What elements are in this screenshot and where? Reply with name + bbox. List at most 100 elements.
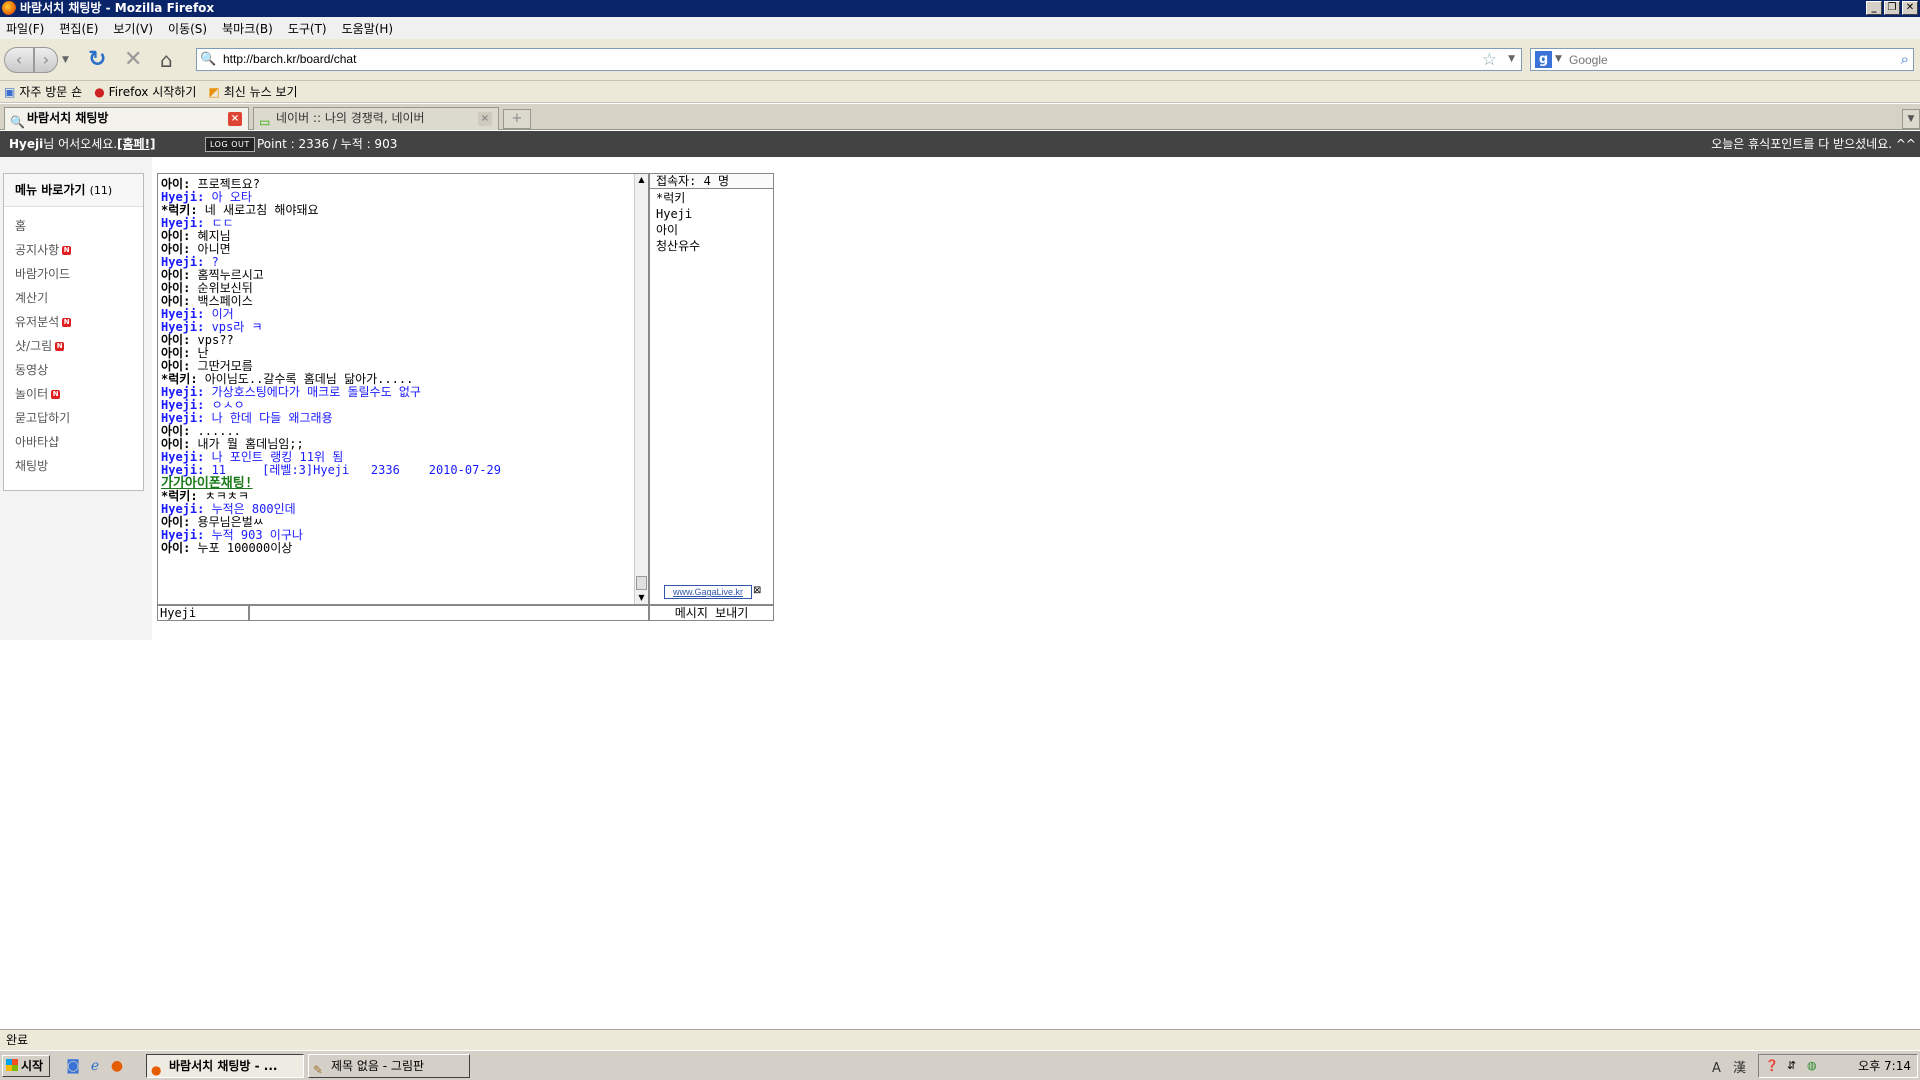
bookmark-getting-started[interactable]: ● Firefox 시작하기 (94, 83, 196, 100)
home-icon[interactable]: ⌂ (160, 47, 184, 73)
taskbar-item-paint[interactable]: ✎ 제목 없음 - 그림판 (308, 1054, 470, 1078)
user-list-item[interactable]: Hyeji (656, 206, 773, 222)
nickname-field[interactable]: Hyeji (157, 605, 249, 621)
chat-text: 그딴거모름 (197, 359, 253, 373)
menu-item-label: 채팅방 (15, 459, 49, 473)
menu-item[interactable]: 채팅방 (4, 454, 143, 478)
chat-text: vps?? (197, 333, 234, 347)
google-engine-icon[interactable]: g (1535, 51, 1552, 68)
bookmark-latest-headlines[interactable]: ◩ 최신 뉴스 보기 (208, 83, 297, 100)
users-header: 접속자: 4 명 (650, 174, 773, 189)
chat-log: 아이: 프로젝트요? Hyeji: 아 오타 *럭키: 네 새로고침 해야돼요 Hye… (158, 174, 634, 604)
url-text[interactable]: http://barch.kr/board/chat (223, 52, 356, 66)
chat-scrollbar[interactable]: ▲ ▼ (634, 174, 648, 604)
user-list-item[interactable]: *럭키 (656, 190, 773, 206)
menu-item[interactable]: 바람가이드 (4, 262, 143, 286)
search-input[interactable] (1569, 51, 1879, 68)
chat-nick: 아이 (161, 359, 184, 373)
menu-item-label: 아바타샵 (15, 435, 60, 449)
menu-edit[interactable]: 편집(E) (59, 20, 98, 37)
menu-bookmarks[interactable]: 북마크(B) (222, 20, 273, 37)
forward-button[interactable]: › (34, 47, 58, 73)
user-list-item[interactable]: 청산유수 (656, 238, 773, 254)
chat-separator: : (197, 528, 212, 542)
close-tab-icon[interactable]: × (478, 112, 492, 126)
menu-item[interactable]: 동영상 (4, 358, 143, 382)
rest-point-message: 오늘은 휴식포인트를 다 받으셨네요. ^^ (1711, 137, 1916, 151)
left-menu: 메뉴 바로가기 (11) 홈 공지사항 N 바람가이드 계산기 유저분석 N 샷/그림 N 동영상… (3, 173, 144, 491)
menu-item[interactable]: 아바타샵 (4, 430, 143, 454)
chat-nick: 아이 (161, 424, 184, 438)
homepage-link[interactable]: [홈페!] (117, 131, 156, 157)
gagalive-link[interactable]: www.GagaLive.kr (664, 585, 752, 599)
logout-button[interactable]: LOG OUT (205, 137, 255, 152)
taskbar-item-firefox[interactable]: ● 바람서치 채팅방 - ... (146, 1054, 304, 1078)
bookmark-most-visited[interactable]: ▣ 자주 방문 숀 (4, 83, 82, 100)
search-icon[interactable]: ⌕ (1901, 50, 1909, 68)
chat-separator: : (183, 515, 198, 529)
chat-text: 나 한데 다들 왜그래용 (211, 411, 333, 425)
chat-nick: Hyeji (161, 528, 198, 542)
minimize-button[interactable]: _ (1866, 1, 1882, 15)
tab-chat[interactable]: 🔍 바람서치 채팅방 × (4, 107, 249, 130)
site-identity-icon[interactable]: 🔍 (200, 52, 216, 68)
menu-view[interactable]: 보기(V) (113, 20, 153, 37)
scroll-up-icon[interactable]: ▲ (635, 174, 648, 186)
show-desktop-icon[interactable]: ◙ (64, 1057, 82, 1075)
menu-item[interactable]: 샷/그림 N (4, 334, 143, 358)
new-tab-button[interactable]: + (503, 109, 531, 129)
menu-tools[interactable]: 도구(T) (288, 20, 327, 37)
menu-item[interactable]: 계산기 (4, 286, 143, 310)
reload-icon[interactable]: ↻ (88, 47, 112, 73)
chat-text: ㅊㅋㅊㅋ (204, 489, 249, 503)
restore-button[interactable]: ❐ (1884, 1, 1900, 15)
chat-nick: 아이 (161, 242, 184, 256)
start-button[interactable]: 시작 (2, 1055, 50, 1077)
menu-item-label: 공지사항 (15, 243, 60, 257)
search-bar[interactable]: g ▼ ⌕ (1530, 48, 1914, 71)
chat-separator: : (183, 346, 198, 360)
url-bar[interactable]: 🔍 http://barch.kr/board/chat ☆ ▼ (196, 48, 1522, 71)
menu-item[interactable]: 놀이터 N (4, 382, 143, 406)
firefox-icon[interactable]: ● (108, 1057, 126, 1075)
menu-item[interactable]: 공지사항 N (4, 238, 143, 262)
navigation-toolbar: ‹ › ▼ ↻ ✕ ⌂ 🔍 http://barch.kr/board/chat… (0, 39, 1920, 81)
chat-text: 홈찍누르시고 (197, 268, 264, 282)
back-button[interactable]: ‹ (4, 47, 34, 73)
ime-indicator[interactable]: A 漢 (1712, 1057, 1750, 1076)
help-icon[interactable]: ❓ (1765, 1059, 1779, 1072)
menu-item[interactable]: 홈 (4, 214, 143, 238)
close-window-button[interactable]: ✕ (1902, 1, 1918, 15)
engine-dropdown-icon[interactable]: ▼ (1555, 54, 1562, 64)
stop-icon[interactable]: ✕ (124, 47, 148, 73)
ie-icon[interactable]: ℯ (86, 1057, 104, 1075)
chat-text: 나 포인트 랭킹 11위 됨 (211, 450, 344, 464)
message-input[interactable] (249, 605, 649, 621)
menu-item[interactable]: 묻고답하기 (4, 406, 143, 430)
chat-text: 용무님은벌ㅆ (197, 515, 264, 529)
menu-go[interactable]: 이동(S) (168, 20, 207, 37)
send-message-button[interactable]: 메시지 보내기 (649, 605, 774, 621)
update-icon[interactable]: ◍ (1807, 1059, 1817, 1072)
user-list-item[interactable]: 아이 (656, 222, 773, 238)
chat-separator: : (183, 541, 198, 555)
menu-list: 홈 공지사항 N 바람가이드 계산기 유저분석 N 샷/그림 N 동영상 놀이터 N 묻고답하기아바타샵… (4, 207, 143, 478)
menu-file[interactable]: 파일(F) (6, 20, 44, 37)
close-tab-icon[interactable]: × (228, 112, 242, 126)
chat-nick: 아이 (161, 515, 184, 529)
chat-nick: Hyeji (161, 450, 198, 464)
chat-separator: : (197, 190, 212, 204)
bookmark-star-icon[interactable]: ☆ (1482, 50, 1497, 70)
tab-list-icon[interactable]: ▼ (1902, 109, 1920, 129)
menu-help[interactable]: 도움말(H) (342, 20, 394, 37)
scroll-thumb[interactable] (636, 576, 647, 590)
tab-naver[interactable]: ▭ 네이버 :: 나의 경쟁력, 네이버 × (253, 107, 499, 130)
history-dropdown-icon[interactable]: ▼ (62, 47, 74, 73)
network-icon[interactable]: ⇵ (1787, 1059, 1796, 1072)
window-title-bar: 바람서치 채팅방 - Mozilla Firefox _ ❐ ✕ (0, 0, 1920, 17)
paint-icon: ✎ (313, 1063, 324, 1077)
menu-item[interactable]: 유저분석 N (4, 310, 143, 334)
url-dropdown-icon[interactable]: ▼ (1508, 54, 1515, 64)
scroll-down-icon[interactable]: ▼ (635, 592, 648, 604)
popout-icon[interactable]: ⊠ (753, 585, 761, 596)
